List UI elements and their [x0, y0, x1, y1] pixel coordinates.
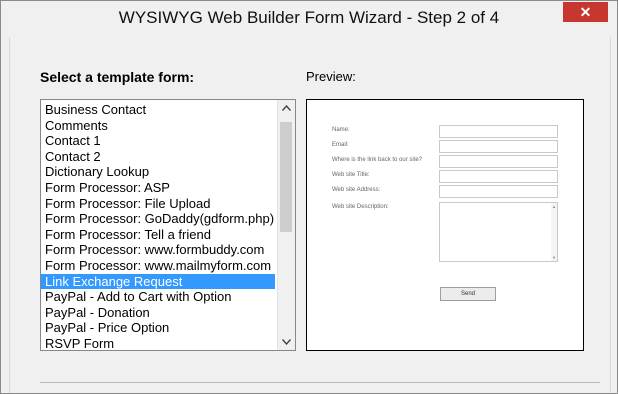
preview-field-label: Web site Address: — [332, 187, 381, 193]
preview-label: Preview: — [306, 69, 356, 84]
template-list-item[interactable]: Form Processor: File Upload — [41, 196, 275, 212]
close-button[interactable]: ✕ — [563, 2, 608, 22]
template-list-item[interactable]: PayPal - Add to Cart with Option — [41, 289, 275, 305]
wizard-window: WYSIWYG Web Builder Form Wizard - Step 2… — [0, 0, 618, 394]
chevron-up-icon[interactable] — [278, 100, 295, 117]
preview-pane: Name: Email: Where is the link back to o… — [306, 99, 584, 351]
up-arrow-icon: ▲ — [552, 204, 556, 209]
listbox-scrollbar[interactable] — [277, 100, 295, 350]
template-list-item[interactable]: Business Contact — [41, 102, 275, 118]
footer-divider — [40, 382, 600, 383]
template-list-item[interactable]: Contact 2 — [41, 149, 275, 165]
template-listbox[interactable]: Business Contact Comments Contact 1 Contact… — [40, 99, 296, 351]
template-list-item[interactable]: Comments — [41, 118, 275, 134]
preview-field-input — [439, 170, 558, 183]
template-list-item[interactable]: RSVP Form — [41, 336, 275, 350]
template-list-item[interactable]: Form Processor: www.formbuddy.com — [41, 242, 275, 258]
template-list-item[interactable]: Form Processor: GoDaddy(gdform.php) — [41, 211, 275, 227]
template-list-item[interactable]: PayPal - Donation — [41, 305, 275, 321]
preview-field-label: Email: — [332, 142, 349, 148]
preview-field-label: Web site Title: — [332, 172, 370, 178]
scroll-thumb[interactable] — [280, 122, 292, 232]
template-list-item[interactable]: Form Processor: www.mailmyform.com — [41, 258, 275, 274]
preview-send-button: Send — [440, 287, 496, 301]
template-list-item[interactable]: Link Exchange Request — [41, 273, 275, 290]
down-arrow-icon: ▼ — [552, 255, 556, 260]
template-list-item[interactable]: Contact 1 — [41, 133, 275, 149]
preview-textarea: ▲ ▼ — [439, 202, 558, 262]
preview-field-input — [439, 185, 558, 198]
template-heading: Select a template form: — [40, 69, 195, 85]
template-list-item[interactable]: Form Processor: Tell a friend — [41, 227, 275, 243]
template-list-item[interactable]: Dictionary Lookup — [41, 164, 275, 180]
close-icon: ✕ — [579, 4, 592, 20]
preview-field-label: Web site Description: — [332, 204, 389, 210]
template-list-items: Business Contact Comments Contact 1 Contact… — [41, 102, 275, 350]
template-list-item[interactable]: PayPal - Price Option — [41, 320, 275, 336]
preview-textarea-scrollbar: ▲ ▼ — [551, 203, 557, 261]
preview-field-input — [439, 155, 558, 168]
title-bar[interactable]: WYSIWYG Web Builder Form Wizard - Step 2… — [1, 1, 617, 37]
preview-field-label: Name: — [332, 127, 350, 133]
template-list-item[interactable]: Form Processor: ASP — [41, 180, 275, 196]
preview-field-input — [439, 125, 558, 138]
window-title: WYSIWYG Web Builder Form Wizard - Step 2… — [118, 8, 500, 27]
chevron-down-icon[interactable] — [278, 333, 295, 350]
wizard-content: Select a template form: Preview: Busines… — [9, 37, 611, 393]
preview-field-label: Where is the link back to our site? — [332, 157, 423, 163]
preview-field-input — [439, 140, 558, 153]
